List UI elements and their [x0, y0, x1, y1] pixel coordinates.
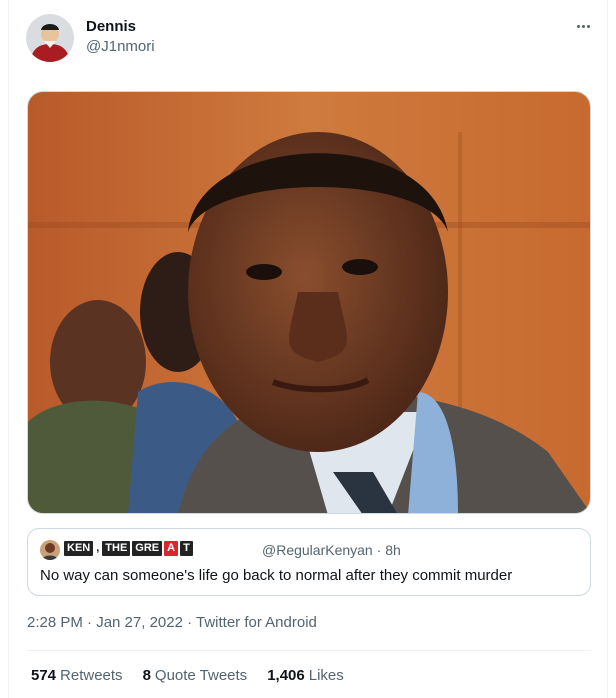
- avatar[interactable]: [26, 14, 74, 62]
- more-horizontal-icon: [576, 24, 580, 28]
- quoted-text: No way can someone's life go back to nor…: [40, 567, 513, 584]
- more-horizontal-icon: [586, 24, 590, 28]
- quoted-avatar[interactable]: [40, 540, 60, 560]
- tweet-photo[interactable]: [27, 91, 591, 514]
- retweets-count: 574: [31, 667, 57, 684]
- name-tile: THE: [102, 541, 131, 556]
- quoted-age[interactable]: 8h: [385, 542, 401, 558]
- display-name[interactable]: Dennis: [86, 18, 136, 35]
- tweet-timestamp[interactable]: 2:28 PM · Jan 27, 2022 · Twitter for And…: [27, 614, 317, 631]
- engagement-stats: 574 Retweets 8 Quote Tweets 1,406 Likes: [31, 667, 344, 684]
- name-tile: KEN: [64, 541, 94, 556]
- likes-stat[interactable]: 1,406 Likes: [267, 667, 344, 684]
- name-tile: A: [164, 541, 179, 556]
- name-tile: ,: [96, 542, 100, 554]
- more-options-button[interactable]: [572, 18, 594, 34]
- more-horizontal-icon: [581, 24, 585, 28]
- quote-tweets-stat[interactable]: 8 Quote Tweets: [143, 667, 248, 684]
- likes-count: 1,406: [267, 667, 305, 684]
- quoted-meta: @RegularKenyan · 8h: [262, 542, 401, 558]
- user-handle[interactable]: @J1nmori: [86, 38, 155, 55]
- quoted-handle[interactable]: @RegularKenyan: [262, 542, 373, 558]
- quoted-display-name[interactable]: KEN , THE GRE A T: [64, 541, 193, 556]
- quoted-tweet[interactable]: KEN , THE GRE A T @RegularKenyan · 8h No…: [27, 528, 591, 596]
- name-tile: T: [180, 541, 193, 556]
- divider: [27, 650, 591, 651]
- retweets-label: Retweets: [60, 667, 123, 684]
- retweets-stat[interactable]: 574 Retweets: [31, 667, 123, 684]
- quote-tweets-count: 8: [142, 667, 151, 684]
- quote-tweets-label: Quote Tweets: [154, 667, 248, 684]
- likes-label: Likes: [308, 667, 344, 684]
- name-tile: GRE: [132, 541, 163, 556]
- meta-separator: ·: [376, 542, 382, 558]
